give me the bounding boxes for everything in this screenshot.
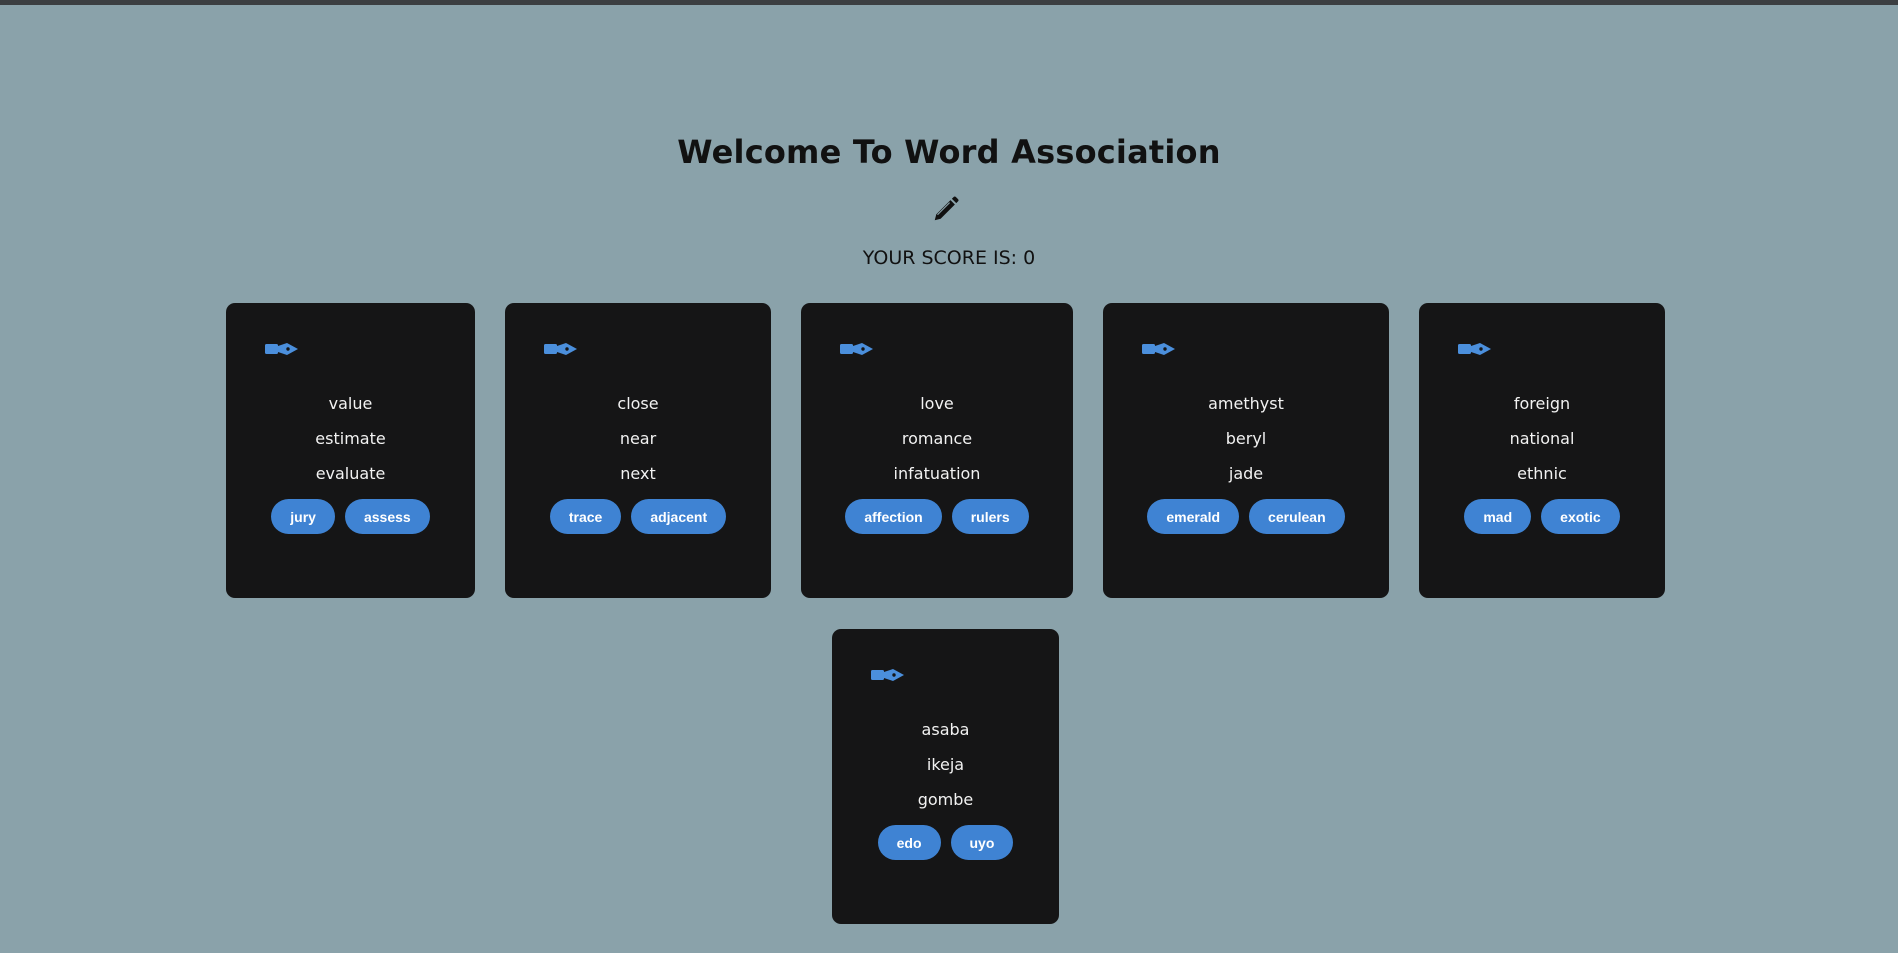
pen-nib-icon	[1458, 343, 1491, 355]
top-bar	[0, 0, 1898, 5]
clue-word: romance	[901, 429, 973, 448]
pen-nib-icon	[840, 343, 873, 355]
clue-word: close	[617, 394, 659, 413]
score-display: YOUR SCORE IS: 0	[862, 247, 1036, 269]
word-card: asaba ikeja gombe edo uyo	[832, 629, 1059, 924]
answer-option-button[interactable]: edo	[877, 825, 941, 860]
answer-option-button[interactable]: emerald	[1147, 499, 1240, 534]
clue-word: infatuation	[893, 464, 981, 483]
answer-option-button[interactable]: trace	[549, 499, 622, 534]
pen-nib-icon	[265, 343, 298, 355]
clue-word: value	[328, 394, 373, 413]
clue-word: national	[1509, 429, 1575, 448]
clue-word: gombe	[917, 790, 974, 809]
answer-option-button[interactable]: affection	[845, 499, 942, 534]
answer-option-button[interactable]: mad	[1464, 499, 1532, 534]
word-card: value estimate evaluate jury assess	[226, 303, 475, 598]
word-card: amethyst beryl jade emerald cerulean	[1103, 303, 1389, 598]
answer-option-button[interactable]: assess	[344, 499, 430, 534]
answer-option-button[interactable]: cerulean	[1249, 499, 1345, 534]
clue-word: asaba	[921, 720, 970, 739]
pen-nib-icon	[871, 669, 904, 681]
answer-option-button[interactable]: uyo	[950, 825, 1014, 860]
answer-option-button[interactable]: jury	[271, 499, 335, 534]
clue-word: next	[620, 464, 656, 483]
clue-word: near	[619, 429, 657, 448]
clue-word: ethnic	[1517, 464, 1567, 483]
clue-word: estimate	[315, 429, 386, 448]
answer-option-button[interactable]: exotic	[1541, 499, 1620, 534]
clue-word: foreign	[1513, 394, 1571, 413]
clue-word: evaluate	[315, 464, 386, 483]
clue-word: jade	[1228, 464, 1264, 483]
clue-word: amethyst	[1208, 394, 1284, 413]
word-card: close near next trace adjacent	[505, 303, 771, 598]
pen-nib-icon	[1142, 343, 1175, 355]
page-title: Welcome To Word Association	[677, 133, 1221, 171]
word-card: love romance infatuation affection ruler…	[801, 303, 1073, 598]
clue-word: beryl	[1225, 429, 1267, 448]
word-card: foreign national ethnic mad exotic	[1419, 303, 1665, 598]
pen-nib-icon	[544, 343, 577, 355]
clue-word: ikeja	[926, 755, 965, 774]
answer-option-button[interactable]: adjacent	[631, 499, 727, 534]
answer-option-button[interactable]: rulers	[951, 499, 1029, 534]
pencil-icon	[934, 196, 959, 221]
clue-word: love	[920, 394, 954, 413]
